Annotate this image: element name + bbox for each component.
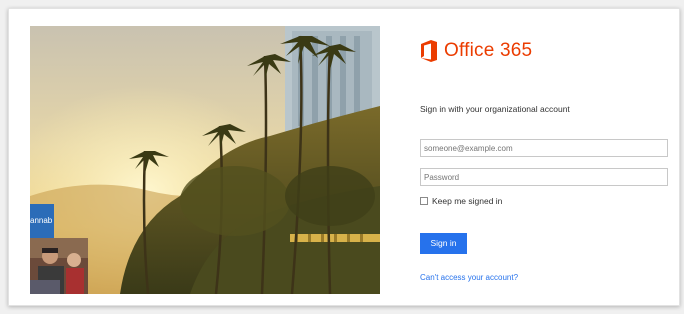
people-photo (30, 238, 88, 294)
signin-heading: Sign in with your organizational account (420, 104, 570, 114)
side-tile-text: annab (30, 216, 53, 225)
keep-signed-in-checkbox[interactable] (420, 197, 428, 205)
office-logo-icon (421, 40, 437, 62)
brand-header: Office 365 (420, 36, 672, 66)
cant-access-link[interactable]: Can't access your account? (420, 273, 518, 282)
brand-name: Office 365 (444, 40, 533, 61)
side-tile: annab (30, 204, 54, 238)
sign-in-button[interactable]: Sign in (420, 233, 467, 254)
people-thumbnail (30, 238, 88, 294)
keep-signed-in[interactable]: Keep me signed in (420, 196, 502, 206)
password-field[interactable] (420, 168, 668, 186)
email-field[interactable] (420, 139, 668, 157)
keep-signed-in-label: Keep me signed in (432, 196, 503, 206)
brand: Office 365 (420, 36, 672, 66)
